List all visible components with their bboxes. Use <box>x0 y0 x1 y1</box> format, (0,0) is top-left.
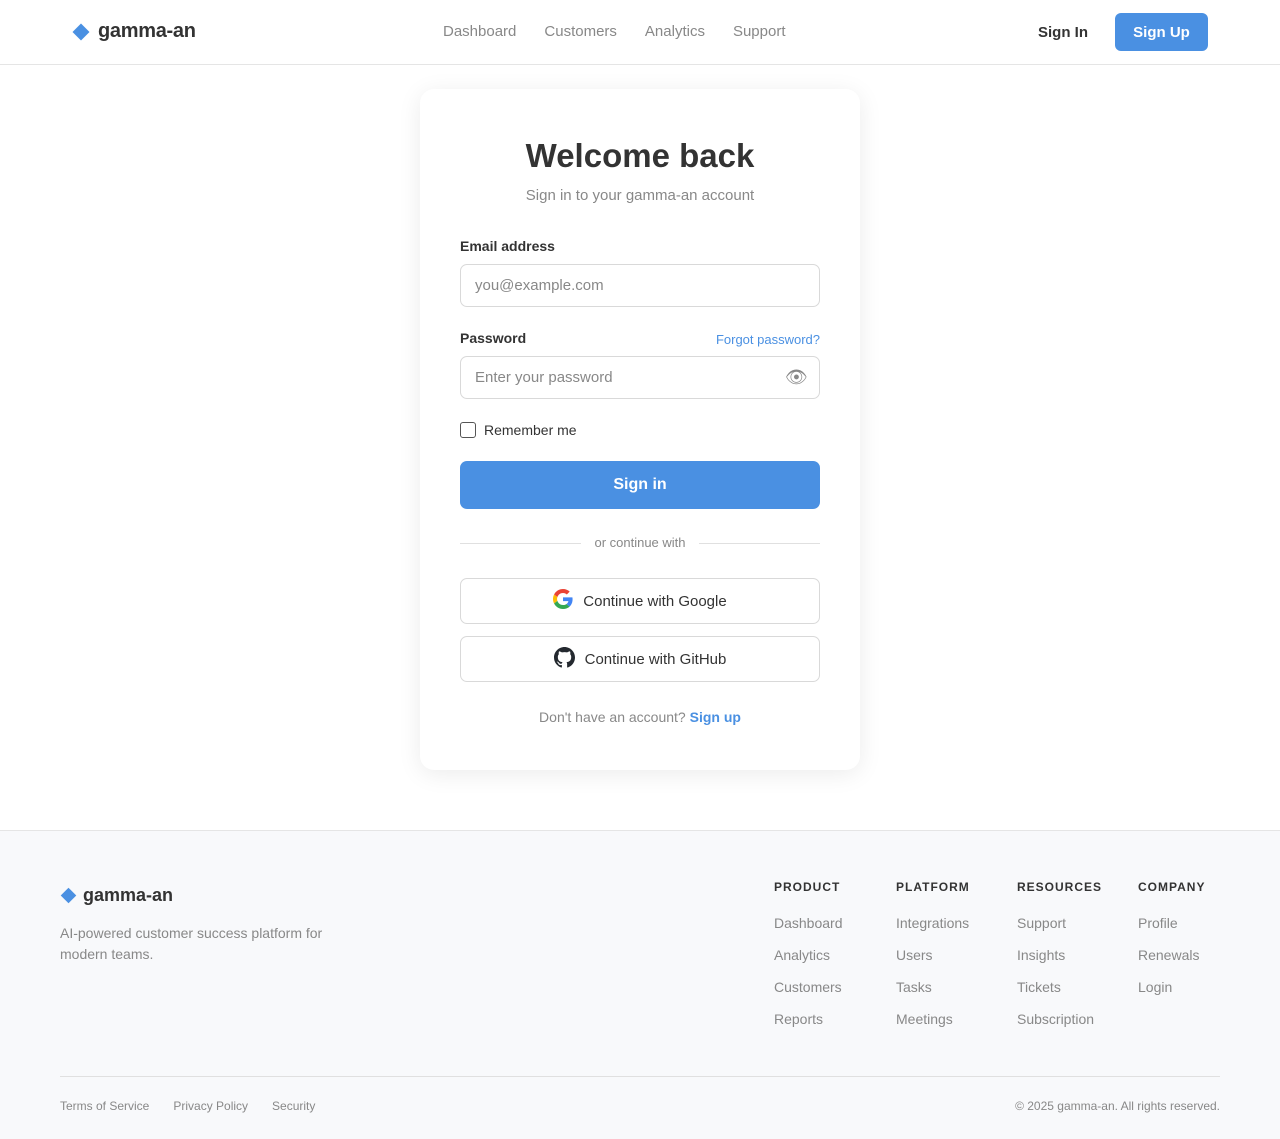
google-button-label: Continue with Google <box>583 592 727 610</box>
footer-divider <box>60 1076 1220 1077</box>
brand-name: gamma-an <box>98 20 196 42</box>
top-navbar: gamma-an Dashboard Customers Analytics S… <box>0 0 1280 65</box>
sign-in-button[interactable]: Sign in <box>460 461 820 509</box>
main-nav: Dashboard Customers Analytics Support <box>443 23 786 40</box>
brand-logo[interactable]: gamma-an <box>72 20 196 43</box>
footer-column-product: PRODUCT Dashboard Analytics Customers Re… <box>774 880 843 1043</box>
github-icon <box>553 646 575 672</box>
divider-right <box>699 543 820 544</box>
footer-link[interactable]: Login <box>1138 979 1205 995</box>
terms-link[interactable]: Terms of Service <box>60 1099 149 1113</box>
forgot-password-link[interactable]: Forgot password? <box>716 332 820 347</box>
header-sign-in-link[interactable]: Sign In <box>1038 24 1088 41</box>
password-field[interactable] <box>460 356 820 399</box>
site-footer: gamma-an AI-powered customer success pla… <box>0 830 1280 1139</box>
footer-column-company: COMPANY Profile Renewals Login <box>1138 880 1205 1011</box>
footer-link[interactable]: Profile <box>1138 915 1205 931</box>
footer-column-heading: COMPANY <box>1138 880 1206 894</box>
footer-link[interactable]: Support <box>1017 915 1102 931</box>
footer-brand-name: gamma-an <box>83 885 174 905</box>
github-sign-in-button[interactable]: Continue with GitHub <box>460 636 820 682</box>
footer-tagline: AI-powered customer success platform for… <box>60 925 323 962</box>
google-sign-in-button[interactable]: Continue with Google <box>460 578 820 624</box>
footer-link[interactable]: Customers <box>774 979 843 995</box>
page-title: Welcome back <box>525 137 755 174</box>
login-card: Welcome back Sign in to your gamma-an ac… <box>420 89 860 770</box>
footer-link[interactable]: Tickets <box>1017 979 1102 995</box>
footer-link[interactable]: Dashboard <box>774 915 843 931</box>
nav-link-customers[interactable]: Customers <box>544 23 617 40</box>
footer-column-resources: RESOURCES Support Insights Tickets Subsc… <box>1017 880 1102 1043</box>
google-icon <box>553 589 573 613</box>
header-sign-up-button[interactable]: Sign Up <box>1115 13 1208 51</box>
remember-me-row: Remember me <box>460 422 577 438</box>
footer-column-heading: RESOURCES <box>1017 880 1103 894</box>
eye-icon[interactable]: 👁 <box>785 367 808 388</box>
copyright-text: © 2025 gamma-an. All rights reserved. <box>1015 1099 1220 1113</box>
email-label: Email address <box>460 238 555 254</box>
footer-link[interactable]: Meetings <box>896 1011 970 1027</box>
footer-link[interactable]: Integrations <box>896 915 970 931</box>
footer-link[interactable]: Renewals <box>1138 947 1205 963</box>
email-field[interactable] <box>460 264 820 307</box>
nav-link-analytics[interactable]: Analytics <box>645 23 705 40</box>
footer-legal-links: Terms of Service Privacy Policy Security <box>60 1099 315 1113</box>
remember-me-label[interactable]: Remember me <box>484 422 577 438</box>
diamond-logo-icon <box>72 23 90 40</box>
footer-link[interactable]: Users <box>896 947 970 963</box>
remember-me-checkbox[interactable] <box>460 422 476 438</box>
footer-column-heading: PRODUCT <box>774 880 841 894</box>
password-label: Password <box>460 330 527 346</box>
diamond-logo-icon <box>60 887 77 904</box>
footer-link[interactable]: Tasks <box>896 979 970 995</box>
footer-brand-logo[interactable]: gamma-an <box>60 885 173 906</box>
signup-prompt: Don't have an account? Sign up <box>420 709 860 725</box>
no-account-text: Don't have an account? <box>539 709 686 725</box>
footer-column-heading: PLATFORM <box>896 880 970 894</box>
footer-link[interactable]: Subscription <box>1017 1011 1102 1027</box>
footer-link[interactable]: Insights <box>1017 947 1102 963</box>
github-button-label: Continue with GitHub <box>584 650 727 668</box>
nav-link-support[interactable]: Support <box>733 23 786 40</box>
privacy-link[interactable]: Privacy Policy <box>173 1099 248 1113</box>
sign-up-link[interactable]: Sign up <box>690 709 741 725</box>
footer-column-platform: PLATFORM Integrations Users Tasks Meetin… <box>896 880 970 1043</box>
security-link[interactable]: Security <box>272 1099 315 1113</box>
footer-link[interactable]: Analytics <box>774 947 843 963</box>
footer-link[interactable]: Reports <box>774 1011 843 1027</box>
page-subtitle: Sign in to your gamma-an account <box>525 187 755 204</box>
nav-link-dashboard[interactable]: Dashboard <box>443 23 516 40</box>
